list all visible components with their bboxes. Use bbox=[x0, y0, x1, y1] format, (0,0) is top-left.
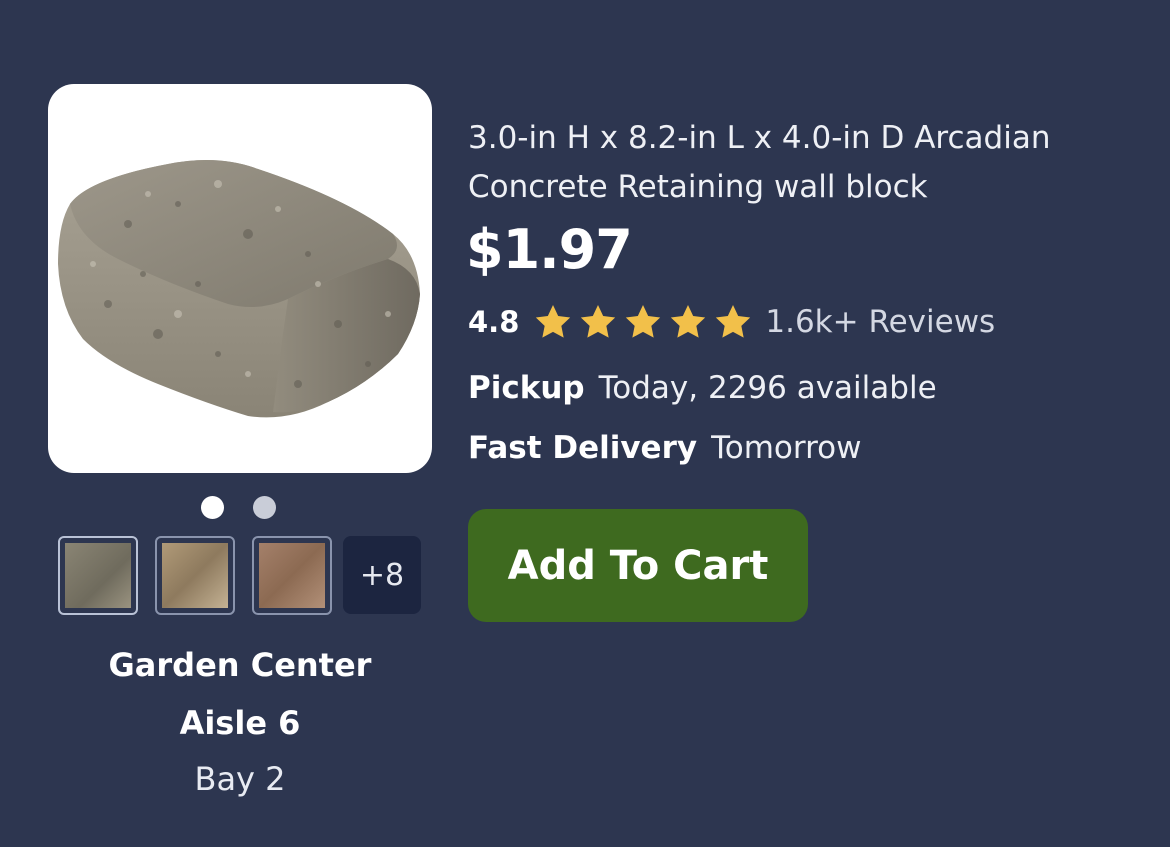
pickup-label: Pickup bbox=[468, 370, 585, 406]
reviews-link[interactable]: 1.6k+ Reviews bbox=[765, 304, 995, 340]
more-images-button[interactable]: +8 bbox=[343, 536, 421, 614]
product-image[interactable] bbox=[48, 84, 432, 473]
carousel-dot-2[interactable] bbox=[253, 496, 276, 519]
pickup-value: Today, 2296 available bbox=[598, 370, 937, 406]
rating-stars bbox=[533, 302, 753, 342]
star-icon bbox=[581, 305, 616, 338]
thumbnail-3[interactable] bbox=[252, 536, 332, 615]
delivery-value: Tomorrow bbox=[711, 430, 862, 466]
rating-row[interactable]: 4.8 1.6k+ Reviews bbox=[468, 300, 995, 344]
thumbnail-swatch bbox=[162, 543, 228, 608]
thumbnail-swatch bbox=[259, 543, 325, 608]
store-department: Garden Center bbox=[108, 646, 372, 684]
carousel-dot-1[interactable] bbox=[201, 496, 224, 519]
thumbnail-strip: +8 bbox=[58, 536, 421, 615]
delivery-info: Fast Delivery Tomorrow bbox=[468, 430, 861, 466]
thumbnail-2[interactable] bbox=[155, 536, 235, 615]
store-aisle: Aisle 6 bbox=[179, 704, 301, 742]
rating-value: 4.8 bbox=[468, 305, 520, 339]
product-detail-card: +8 Garden Center Aisle 6 Bay 2 3.0-in H … bbox=[0, 0, 1170, 847]
thumbnail-swatch bbox=[65, 543, 131, 608]
store-bay: Bay 2 bbox=[194, 760, 286, 798]
retaining-wall-block-image bbox=[58, 160, 420, 418]
product-price: $1.97 bbox=[466, 218, 633, 281]
image-carousel-dots bbox=[201, 496, 276, 519]
star-icon bbox=[716, 305, 751, 338]
product-title[interactable]: 3.0-in H x 8.2-in L x 4.0-in D Arcadian … bbox=[468, 114, 1118, 212]
star-icon bbox=[671, 305, 706, 338]
pickup-info: Pickup Today, 2296 available bbox=[468, 370, 937, 406]
add-to-cart-button[interactable]: Add To Cart bbox=[468, 509, 808, 622]
star-icon bbox=[536, 305, 571, 338]
delivery-label: Fast Delivery bbox=[468, 430, 698, 466]
thumbnail-1[interactable] bbox=[58, 536, 138, 615]
star-icon bbox=[626, 305, 661, 338]
